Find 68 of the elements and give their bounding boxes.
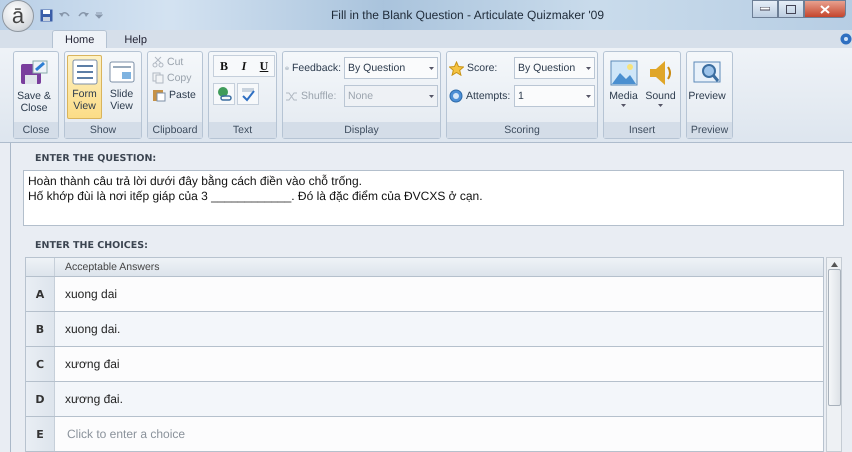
globe-link-icon <box>216 86 232 102</box>
clipboard-icon <box>152 88 166 102</box>
choice-cell[interactable]: xương đai. <box>55 382 823 416</box>
choice-input[interactable]: Click to enter a choice <box>55 417 823 451</box>
caret-icon <box>429 66 434 70</box>
choice-letter: B <box>26 312 55 346</box>
group-label: Text <box>209 122 276 138</box>
group-label: Clipboard <box>148 122 202 138</box>
choice-letter: C <box>26 347 55 381</box>
star-icon <box>449 60 464 76</box>
combo-label: Shuffle: <box>285 90 341 102</box>
combo-label: Feedback: <box>285 62 341 74</box>
group-label: Display <box>283 122 440 138</box>
ribbon-tab[interactable]: Help <box>111 30 160 48</box>
list-icon <box>70 58 98 86</box>
close-button[interactable] <box>804 0 846 18</box>
group-label: Show <box>65 122 141 138</box>
tool-button[interactable] <box>213 83 235 105</box>
dropdown[interactable]: By Question <box>514 57 595 79</box>
maximize-icon <box>786 4 796 14</box>
caret-icon <box>586 66 591 70</box>
scissors-icon <box>152 56 164 68</box>
format-button[interactable]: B <box>215 57 233 75</box>
choice-letter: A <box>26 277 55 311</box>
help-icon[interactable] <box>840 33 852 45</box>
ribbon-button[interactable]: Form View <box>67 55 102 119</box>
window-title: Fill in the Blank Question - Articulate Quizmaker '09 <box>330 8 606 22</box>
choice-letter: D <box>26 382 55 416</box>
caret-icon <box>586 94 591 98</box>
copy-icon <box>152 72 164 84</box>
choice-cell[interactable]: xuong dai. <box>55 312 823 346</box>
choice-cell[interactable]: xuong dai <box>55 277 823 311</box>
column-header: Acceptable Answers <box>55 258 823 276</box>
minimize-button[interactable] <box>752 0 778 18</box>
ribbon-button[interactable]: Paste <box>150 87 198 103</box>
scroll-up-icon[interactable] <box>830 262 838 267</box>
image-icon <box>608 58 638 88</box>
format-button[interactable]: I <box>235 57 253 75</box>
maximize-button[interactable] <box>778 0 804 18</box>
spell-check-icon <box>240 86 256 102</box>
app-logo[interactable]: ā <box>2 0 34 32</box>
tool-button[interactable] <box>237 83 259 105</box>
minimize-icon <box>760 7 770 11</box>
combo-label: Score: <box>449 60 511 76</box>
section-heading: ENTER THE CHOICES: <box>35 240 149 251</box>
combo-label: Attempts: <box>449 89 511 103</box>
ribbon-button[interactable]: Slide View <box>104 55 139 119</box>
group-label: Preview <box>687 122 732 138</box>
ribbon-button[interactable]: Sound <box>643 55 678 119</box>
choice-cell[interactable]: xương đai <box>55 347 823 381</box>
caret-icon <box>429 94 434 98</box>
header-cell <box>26 258 55 276</box>
group-label: Scoring <box>447 122 597 138</box>
group-label: Insert <box>604 122 680 138</box>
ribbon-tab[interactable]: Home <box>52 30 108 48</box>
save-icon[interactable] <box>40 8 53 22</box>
question-field[interactable]: Hoàn thành câu trả lời dưới đây bằng cách điền vào chỗ trống. Hố khớp đùi là nơi itếp giáp của 3 ____________. Đó là đặc điểm của ĐVCXS ở cạn. <box>23 170 844 226</box>
dropdown[interactable]: By Question <box>344 57 438 79</box>
ribbon-button[interactable]: Save & Close <box>16 55 52 119</box>
dropdown[interactable]: 1 <box>514 85 595 107</box>
scrollbar[interactable] <box>826 257 842 452</box>
close-icon <box>820 4 830 14</box>
ribbon-button[interactable]: Preview <box>689 55 725 119</box>
format-button[interactable]: U <box>255 57 273 75</box>
section-heading: ENTER THE QUESTION: <box>35 153 158 164</box>
shuffle-icon <box>285 90 298 102</box>
group-label: Close <box>14 122 58 138</box>
ribbon-button[interactable]: Media <box>606 55 641 119</box>
